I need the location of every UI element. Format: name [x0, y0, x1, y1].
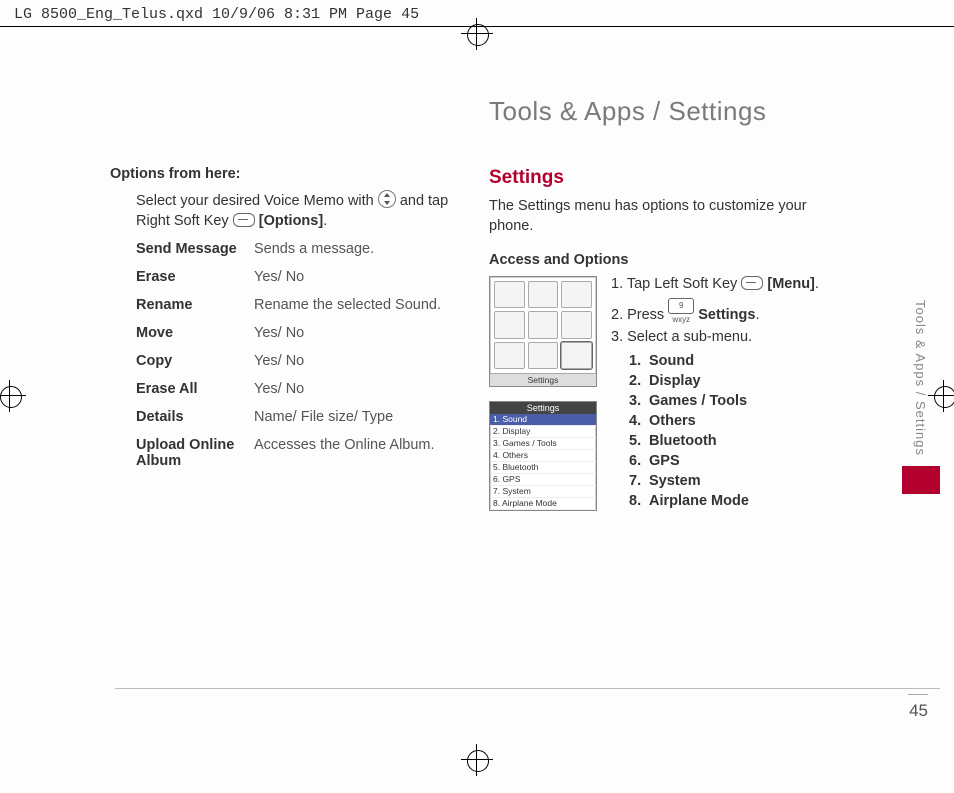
registration-mark-top [461, 18, 493, 50]
submenu-label: Sound [649, 353, 694, 369]
option-name: Move [136, 325, 254, 341]
submenu-item: 1.Sound [629, 353, 830, 369]
screenshots: Settings Settings 1. Sound 2. Display 3.… [489, 276, 599, 513]
screenshot-list-item: 3. Games / Tools [490, 438, 596, 450]
option-desc: Name/ File size/ Type [254, 409, 451, 425]
option-desc: Yes/ No [254, 325, 451, 341]
settings-label: Settings [698, 307, 755, 323]
submenu-item: 5.Bluetooth [629, 433, 830, 449]
submenu-item: 8.Airplane Mode [629, 493, 830, 509]
text: Select your desired Voice Memo with [136, 193, 378, 209]
softkey-icon [233, 213, 255, 227]
options-heading: Options from here: [110, 166, 451, 182]
screenshot-list-item: 8. Airplane Mode [490, 498, 596, 510]
submenu-label: Bluetooth [649, 433, 717, 449]
side-tab-label: Tools & Apps / Settings [913, 300, 928, 456]
step-1: 1. Tap Left Soft Key [Menu]. [611, 276, 830, 292]
submenu-item: 7.System [629, 473, 830, 489]
access-heading: Access and Options [489, 252, 830, 268]
page-content: Options from here: Select your desired V… [110, 96, 830, 513]
nav-wheel-icon [378, 190, 396, 208]
step-3: 3. Select a sub-menu. [611, 329, 830, 345]
print-header: LG 8500_Eng_Telus.qxd 10/9/06 8:31 PM Pa… [14, 6, 419, 23]
screenshot-title: Settings [490, 402, 596, 414]
text: . [815, 276, 819, 292]
settings-heading: Settings [489, 167, 830, 189]
submenu-label: Others [649, 413, 696, 429]
option-desc: Rename the selected Sound. [254, 297, 451, 313]
option-name: Erase All [136, 381, 254, 397]
page-number: 45 [908, 694, 928, 721]
screenshot-list-item: 4. Others [490, 450, 596, 462]
footer-rule [115, 688, 940, 689]
option-desc: Accesses the Online Album. [254, 437, 451, 469]
side-tab-marker [902, 466, 940, 494]
screenshot-list-item: 7. System [490, 486, 596, 498]
option-desc: Sends a message. [254, 241, 451, 257]
submenu-label: Airplane Mode [649, 493, 749, 509]
submenu-label: GPS [649, 453, 680, 469]
text: . [755, 307, 759, 323]
access-row: Settings Settings 1. Sound 2. Display 3.… [489, 276, 830, 513]
screenshot-menu-grid: Settings [489, 276, 597, 387]
screenshot-list-item: 1. Sound [490, 414, 596, 426]
screenshot-list-item: 6. GPS [490, 474, 596, 486]
option-desc: Yes/ No [254, 353, 451, 369]
softkey-icon [741, 276, 763, 290]
right-column: Tools & Apps / Settings Settings The Set… [489, 96, 830, 513]
screenshot-settings-list: Settings 1. Sound 2. Display 3. Games / … [489, 401, 597, 511]
registration-mark-left [0, 380, 26, 412]
option-desc: Yes/ No [254, 269, 451, 285]
registration-mark-bottom [461, 744, 493, 776]
submenu-list: 1.Sound 2.Display 3.Games / Tools 4.Othe… [629, 353, 830, 509]
text: 2. Press [611, 307, 668, 323]
menu-label: [Menu] [767, 276, 815, 292]
submenu-item: 2.Display [629, 373, 830, 389]
left-column: Options from here: Select your desired V… [110, 96, 451, 513]
screenshot-label: Settings [490, 373, 596, 386]
submenu-label: System [649, 473, 701, 489]
registration-mark-right [928, 380, 954, 412]
steps: 1. Tap Left Soft Key [Menu]. 2. Press 9 … [611, 276, 830, 513]
text: . [323, 213, 327, 229]
option-name: Send Message [136, 241, 254, 257]
page-title: Tools & Apps / Settings [489, 96, 830, 127]
option-name: Details [136, 409, 254, 425]
settings-intro: The Settings menu has options to customi… [489, 197, 830, 236]
options-table: Send Message Sends a message. Erase Yes/… [110, 241, 451, 469]
submenu-label: Display [649, 373, 701, 389]
screenshot-list-item: 5. Bluetooth [490, 462, 596, 474]
text: 1. Tap Left Soft Key [611, 276, 741, 292]
keypad-9-icon: 9 wxyz [668, 298, 694, 314]
options-label: [Options] [259, 213, 323, 229]
submenu-label: Games / Tools [649, 393, 747, 409]
option-desc: Yes/ No [254, 381, 451, 397]
options-intro: Select your desired Voice Memo with and … [110, 190, 451, 231]
submenu-item: 3.Games / Tools [629, 393, 830, 409]
option-name: Erase [136, 269, 254, 285]
step-2: 2. Press 9 wxyz Settings. [611, 298, 830, 323]
submenu-item: 4.Others [629, 413, 830, 429]
screenshot-list-item: 2. Display [490, 426, 596, 438]
option-name: Upload Online Album [136, 437, 254, 469]
submenu-item: 6.GPS [629, 453, 830, 469]
option-name: Copy [136, 353, 254, 369]
option-name: Rename [136, 297, 254, 313]
